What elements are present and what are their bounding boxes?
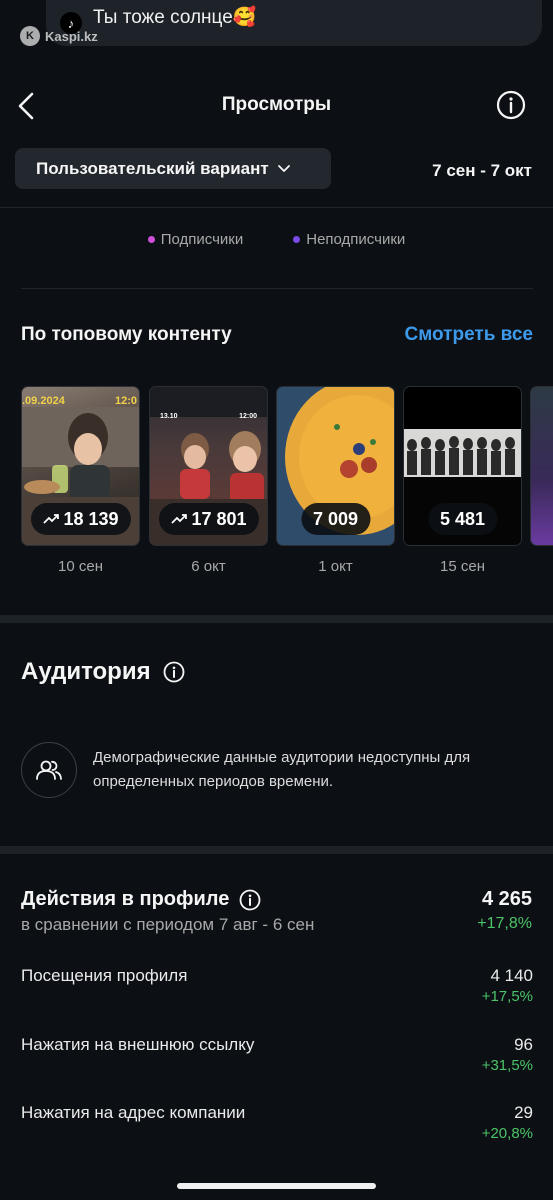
content-thumbnail[interactable]: 5 481 bbox=[403, 386, 522, 546]
kaspi-logo-icon: K bbox=[20, 26, 40, 46]
top-content-carousel[interactable]: .09.2024 12:0 18 139 10 сен 13.10 12:00 … bbox=[21, 386, 553, 576]
views-count: 18 139 bbox=[63, 508, 119, 529]
thumbnail-date: 1 окт bbox=[318, 558, 353, 575]
views-count: 7 009 bbox=[312, 508, 359, 529]
metric-value: 96 bbox=[514, 1035, 533, 1054]
info-icon bbox=[496, 90, 526, 120]
metric-label: Посещения профиля bbox=[21, 966, 188, 985]
watermark-label: Kaspi.kz bbox=[45, 28, 98, 44]
content-thumbnail[interactable]: 13.10 12:00 17 801 bbox=[149, 386, 268, 546]
metric-row-external-link-taps[interactable]: Нажатия на внешнюю ссылку 96 +31,5% bbox=[21, 1035, 533, 1079]
profile-actions-header: Действия в профиле bbox=[21, 888, 261, 911]
variant-dropdown[interactable]: Пользовательский вариант bbox=[15, 148, 331, 189]
audience-icon-circle bbox=[21, 742, 77, 798]
watermark: K Kaspi.kz bbox=[20, 26, 98, 46]
thumbnail-date: 6 окт bbox=[191, 558, 226, 575]
top-content-header: По топовому контенту Смотреть все bbox=[21, 324, 533, 350]
legend-label: Неподписчики bbox=[306, 230, 406, 248]
section-separator bbox=[0, 846, 553, 854]
metric-row-profile-visits[interactable]: Посещения профиля 4 140 +17,5% bbox=[21, 966, 533, 1010]
metric-label: Нажатия на внешнюю ссылку bbox=[21, 1035, 255, 1054]
legend-item-followers: Подписчики bbox=[147, 228, 244, 250]
metric-delta: +31,5% bbox=[481, 1057, 533, 1074]
section-title: Действия в профиле bbox=[21, 888, 230, 910]
info-icon[interactable] bbox=[163, 661, 185, 683]
thumbnail-overlay-text: 12:00 bbox=[239, 413, 257, 420]
views-count: 5 481 bbox=[439, 508, 486, 529]
thumbnail-overlay-text: .09.2024 bbox=[22, 395, 65, 407]
divider bbox=[21, 288, 533, 289]
legend-item-non-followers: Неподписчики bbox=[293, 228, 405, 250]
thumbnail-date: 10 сен bbox=[58, 558, 103, 575]
see-all-link[interactable]: Смотреть все bbox=[405, 324, 534, 346]
views-pill: 17 801 bbox=[158, 503, 259, 535]
content-thumbnail[interactable]: 7 009 bbox=[276, 386, 395, 546]
total-delta: +17,8% bbox=[477, 915, 532, 932]
period-filter-row: Пользовательский вариант 7 сен - 7 окт bbox=[0, 148, 553, 192]
thumbnail-overlay-text: 13.10 bbox=[160, 413, 178, 420]
notification-banner[interactable]: ♪ Ты тоже солнце🥰 K Kaspi.kz bbox=[0, 0, 553, 52]
section-separator bbox=[0, 615, 553, 623]
thumbnail-date: 15 сен bbox=[440, 558, 485, 575]
metric-label: Нажатия на адрес компании bbox=[21, 1103, 246, 1122]
info-button[interactable] bbox=[496, 90, 526, 120]
divider bbox=[0, 207, 553, 208]
home-indicator[interactable] bbox=[177, 1183, 376, 1189]
legend-dot bbox=[147, 235, 155, 243]
section-title: Аудитория bbox=[21, 658, 151, 685]
section-title: По топовому контенту bbox=[21, 324, 232, 345]
comparison-period: в сравнении с периодом 7 авг - 6 сен bbox=[21, 915, 315, 934]
metric-delta: +20,8% bbox=[481, 1125, 533, 1142]
chevron-down-icon bbox=[277, 164, 290, 172]
views-count: 17 801 bbox=[191, 508, 247, 529]
content-thumbnail[interactable]: .09.2024 12:0 18 139 bbox=[21, 386, 140, 546]
audience-unavailable-notice: Демографические данные аудитории недосту… bbox=[21, 740, 533, 800]
page-title: Просмотры bbox=[221, 94, 332, 115]
profile-actions-total: 4 265 bbox=[481, 888, 532, 910]
legend-label: Подписчики bbox=[160, 230, 244, 248]
content-thumbnail[interactable] bbox=[530, 386, 553, 546]
header: Просмотры bbox=[0, 78, 553, 134]
legend-dot bbox=[293, 235, 301, 243]
info-icon[interactable] bbox=[239, 889, 261, 911]
trending-up-icon bbox=[170, 514, 187, 524]
metric-delta: +17,5% bbox=[481, 988, 533, 1005]
notification-text: Ты тоже солнце🥰 bbox=[93, 7, 257, 28]
views-pill: 5 481 bbox=[427, 503, 498, 535]
metric-value: 29 bbox=[514, 1103, 533, 1122]
metric-row-address-taps[interactable]: Нажатия на адрес компании 29 +20,8% bbox=[21, 1103, 533, 1147]
people-icon bbox=[36, 760, 62, 780]
chart-legend: Подписчики Неподписчики bbox=[0, 228, 553, 250]
views-pill: 7 009 bbox=[300, 503, 371, 535]
trending-up-icon bbox=[42, 514, 59, 524]
date-range[interactable]: 7 сен - 7 окт bbox=[432, 161, 532, 181]
thumbnail-overlay-text: 12:0 bbox=[114, 395, 137, 407]
audience-message: Демографические данные аудитории недосту… bbox=[93, 749, 471, 790]
audience-header: Аудитория bbox=[21, 658, 185, 686]
variant-label: Пользовательский вариант bbox=[36, 158, 269, 178]
views-pill: 18 139 bbox=[30, 503, 131, 535]
metric-value: 4 140 bbox=[490, 966, 533, 985]
